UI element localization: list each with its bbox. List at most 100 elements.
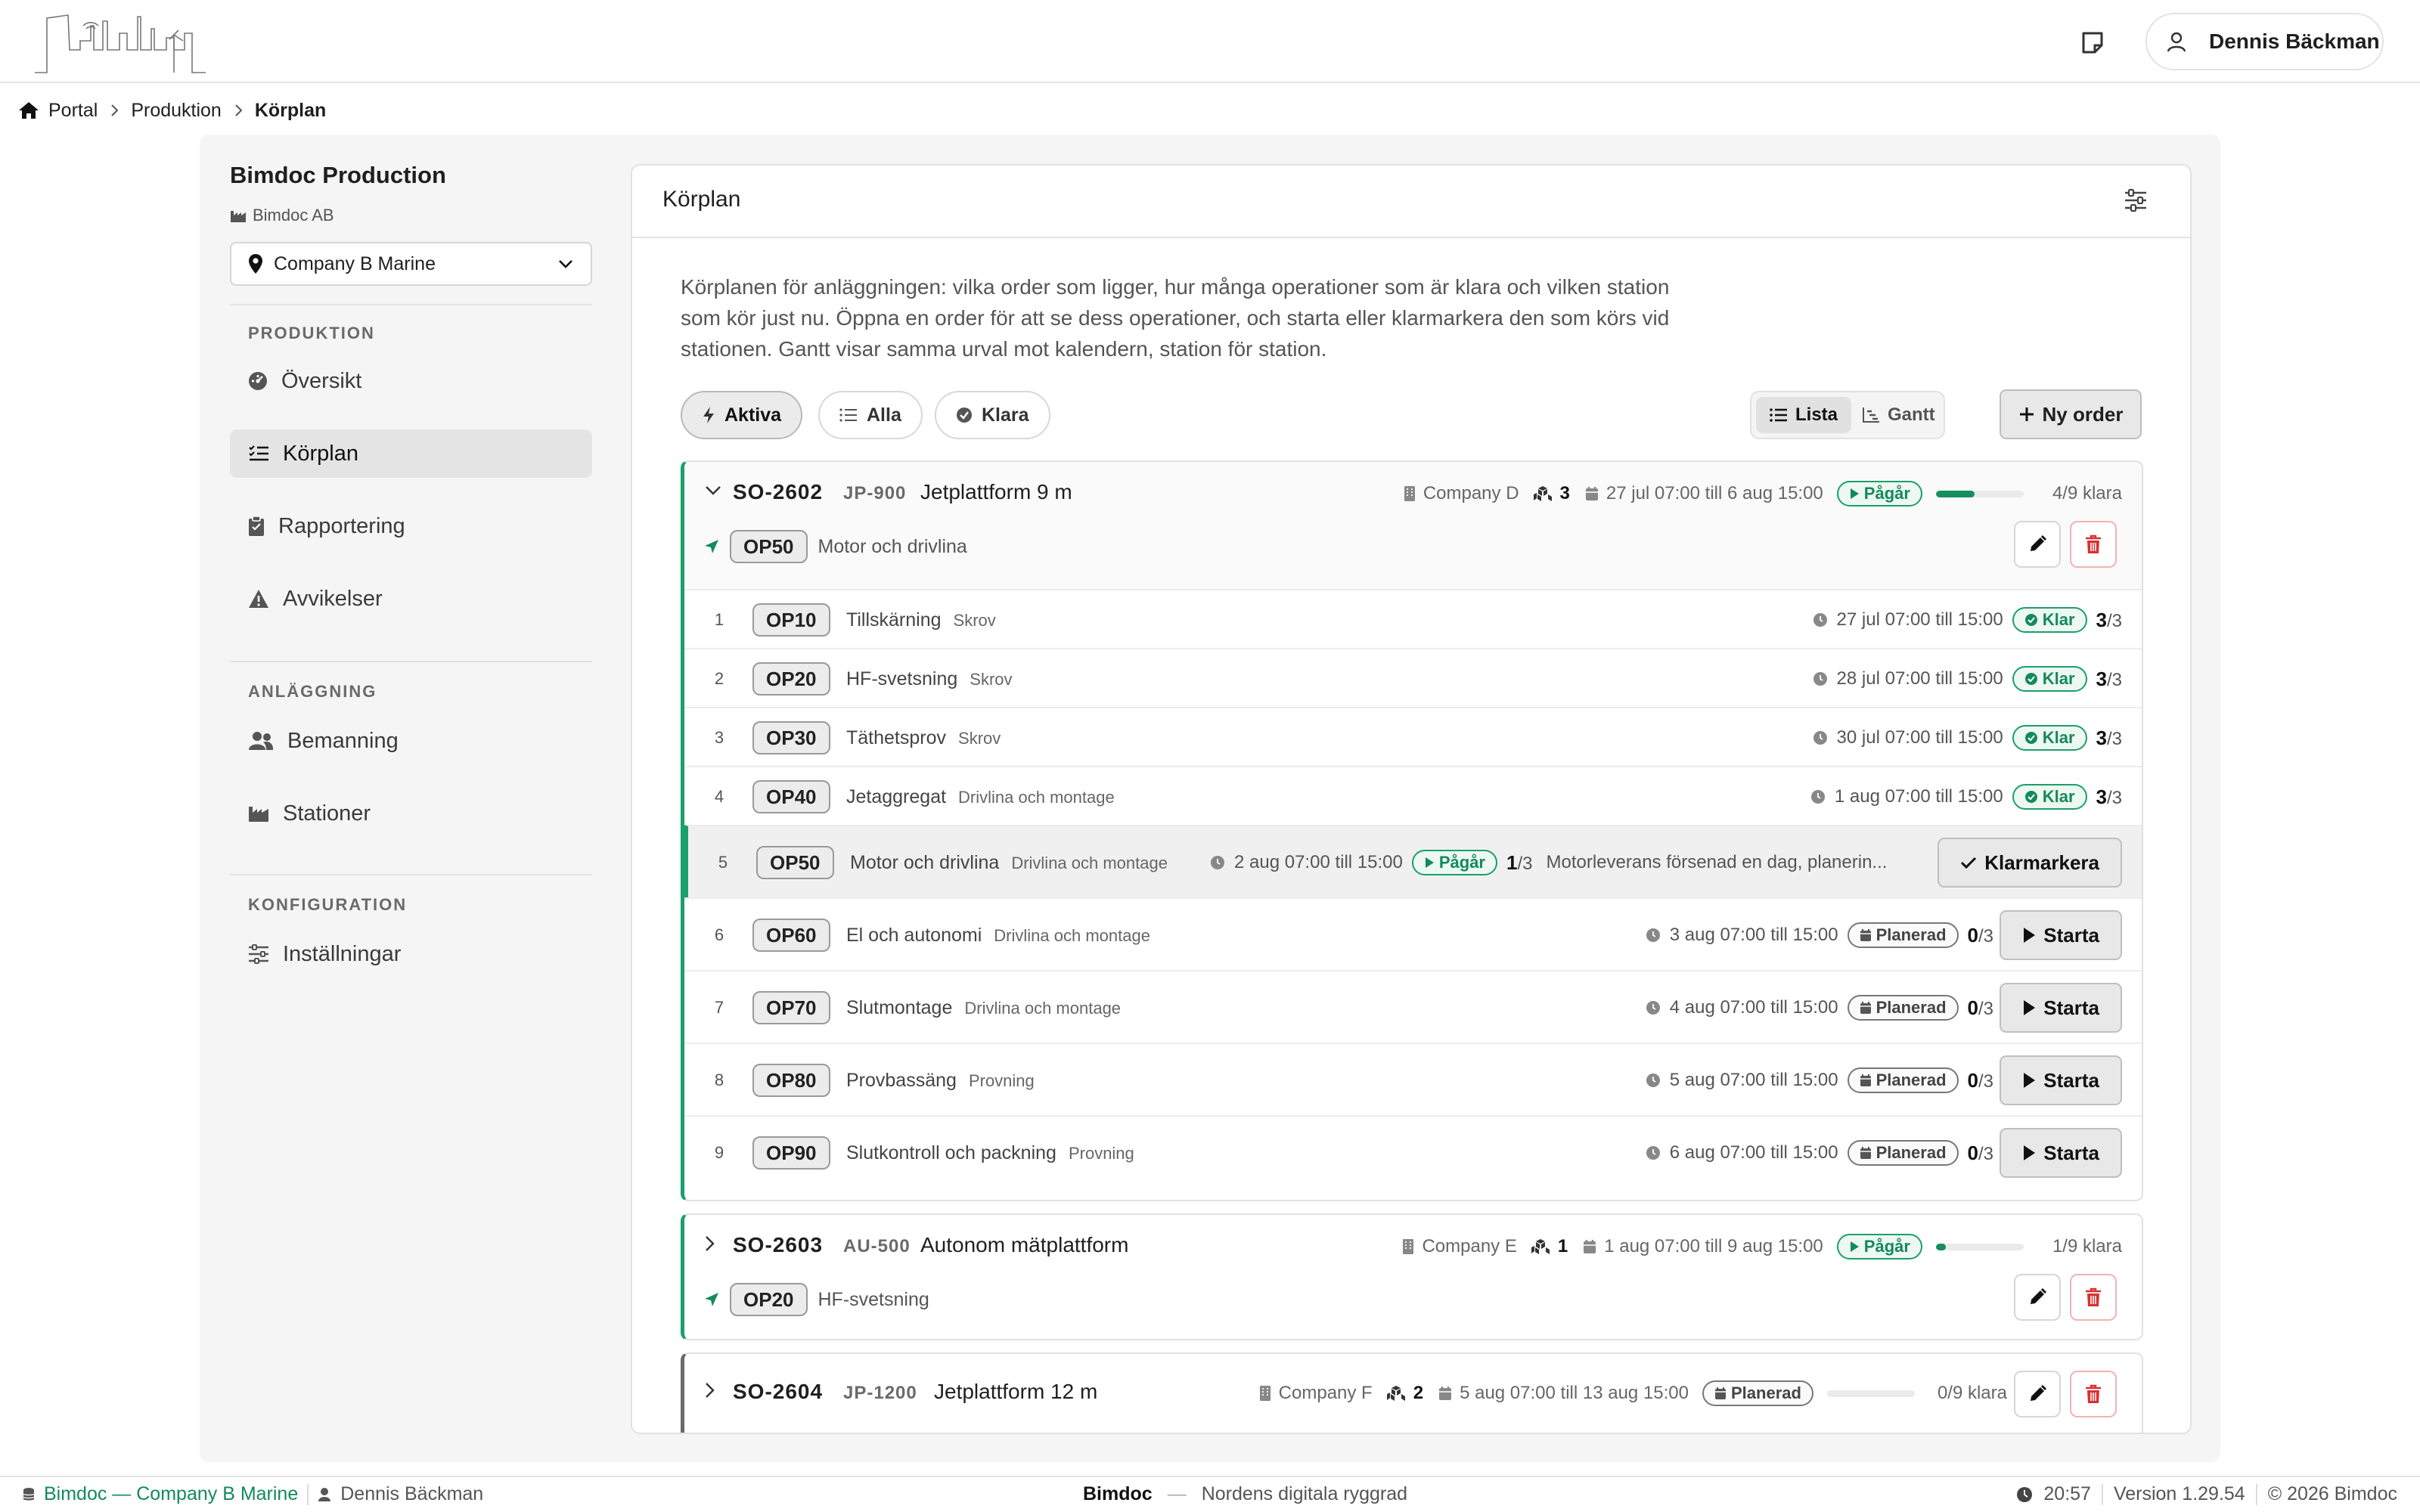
start-label: Starta [2043,1068,2099,1092]
bolt-icon [703,407,714,423]
status-badge: Pågår [1411,850,1497,875]
chevron-right-icon[interactable] [704,1235,716,1253]
start-button[interactable]: Starta [2000,1055,2122,1105]
op-station: Drivlina och montage [958,788,1115,807]
chevron-right-icon[interactable] [704,1381,716,1399]
mark-done-button[interactable]: Klarmarkera [1938,838,2122,888]
sidebar-item-label: Rapportering [278,513,405,538]
sidebar-item-oversikt[interactable]: Översikt [230,357,592,405]
status-badge: Pågår [1836,1234,1922,1259]
op-sequence: 5 [718,853,728,872]
op-sequence: 1 [714,610,724,629]
op-code: OP90 [752,1136,830,1170]
edit-button[interactable] [2014,1371,2061,1418]
delete-button[interactable] [2070,521,2117,568]
new-order-button[interactable]: Ny order [2000,389,2142,439]
sidebar-item-installningar[interactable]: Inställningar [230,930,592,978]
order-quantity: 1 [1557,1236,1568,1256]
footer-tagline: Nordens digitala ryggrad [1201,1483,1408,1504]
calendar-icon [1585,487,1598,500]
sidebar-item-label: Körplan [283,441,358,466]
check-circle-icon [2024,732,2037,744]
location-arrow-icon [705,1293,718,1306]
view-lista[interactable]: Lista [1756,397,1852,433]
footer-divider [2255,1483,2257,1505]
op-count: 0/3 [1968,924,1993,947]
sliders-icon[interactable] [2124,188,2148,212]
operation-row[interactable]: 3 OP30 Täthetsprov Skrov 30 jul 07:00 till 1… [684,707,2142,766]
operation-row[interactable]: 4 OP40 Jetaggregat Drivlina och montage 1 au… [684,766,2142,825]
sidebar-item-stationer[interactable]: Stationer [230,789,592,838]
city-skyline-logo[interactable] [33,11,207,74]
breadcrumb-portal[interactable]: Portal [48,100,98,122]
plus-icon [2019,407,2034,421]
operation-row[interactable]: 5 OP50 Motor och drivlina Drivlina och mont… [684,825,2142,897]
op-code: OP40 [752,780,830,813]
status-label: Planerad [1876,925,1947,944]
user-menu-button[interactable]: Dennis Bäckman [2145,13,2384,70]
order-header[interactable]: SO-2604 JP-1200 Jetplattform 12 m Compan… [684,1354,2142,1433]
breadcrumb-produktion[interactable]: Produktion [131,100,222,122]
play-icon [2024,1000,2036,1015]
op-station: Provning [968,1071,1035,1090]
op-count-done: 0 [1967,1068,1978,1092]
delete-button[interactable] [2070,1371,2117,1418]
delete-button[interactable] [2070,1274,2117,1321]
op-dates: 28 jul 07:00 till 15:00 [1836,668,2003,689]
view-label: Lista [1795,404,1838,425]
sidebar-divider [230,874,592,875]
sidebar-item-avvikelser[interactable]: Avvikelser [230,575,592,623]
footer-user: Dennis Bäckman [340,1483,484,1504]
card-title: Körplan [662,187,741,212]
op-name: Täthetsprov [846,727,947,748]
order-dates: 27 jul 07:00 till 6 aug 15:00 [1606,483,1823,503]
filter-aktiva[interactable]: Aktiva [681,391,803,439]
order-customer: Company D [1423,483,1519,503]
operation-row[interactable]: 8 OP80 Provbassäng Provning 5 aug 07:00 till… [684,1043,2142,1115]
check-circle-icon [2024,673,2037,685]
clock-icon [1646,928,1660,942]
filter-klara[interactable]: Klara [935,391,1050,439]
site-select[interactable]: Company B Marine [230,242,592,286]
check-circle-icon [2024,614,2037,626]
op-note: Motorleverans försenad en dag, planerin.… [1546,852,1888,872]
operation-row[interactable]: 7 OP70 Slutmontage Drivlina och montage 4 au… [684,970,2142,1043]
sidebar-item-korplan[interactable]: Körplan [230,429,592,478]
op-sequence: 8 [714,1070,724,1089]
edit-button[interactable] [2014,521,2061,568]
view-gantt[interactable]: Gantt [1848,397,1949,433]
operation-row[interactable]: 9 OP90 Slutkontroll och packning Provning 6 … [684,1115,2142,1188]
sidebar-item-bemanning[interactable]: Bemanning [230,717,592,765]
operation-row[interactable]: 2 OP20 HF-svetsning Skrov 28 jul 07:00 till … [684,648,2142,707]
status-label: Pågår [1438,853,1485,872]
chevron-down-icon[interactable] [704,485,722,497]
order-header[interactable]: SO-2603 AU-500 Autonom mätplattform Comp… [684,1215,2142,1339]
order-progress-text: 0/9 klara [1937,1383,2007,1403]
footer-site[interactable]: Bimdoc — Company B Marine [44,1483,298,1505]
op-count-total: /3 [2106,787,2122,808]
gauge-icon [249,372,267,390]
sidebar-item-rapportering[interactable]: Rapportering [230,502,592,550]
op-name: El och autonomi [846,925,982,946]
filter-alla[interactable]: Alla [818,391,923,439]
edit-button[interactable] [2014,1274,2061,1321]
order-header[interactable]: SO-2602 JP-900 Jetplattform 9 m Company … [684,462,2142,589]
operation-row[interactable]: 1 OP10 Tillskärning Skrov 27 jul 07:00 till … [684,589,2142,648]
op-station: Provning [1068,1144,1134,1163]
notes-button[interactable] [2078,29,2107,57]
op-count: 3/3 [2096,727,2122,750]
home-icon[interactable] [18,101,39,120]
status-badge: Planerad [1702,1380,1813,1406]
footer-brand: Bimdoc [1083,1483,1153,1504]
start-button[interactable]: Starta [2000,910,2122,960]
order-quantity: 3 [1559,483,1570,503]
order-progress-bar [1826,1390,1915,1397]
start-button[interactable]: Starta [2000,983,2122,1033]
clock-icon [1813,731,1827,745]
status-label: Klar [2042,787,2075,806]
start-button[interactable]: Starta [2000,1128,2122,1178]
operation-row[interactable]: 6 OP60 El och autonomi Drivlina och montage… [684,897,2142,970]
clock-icon [1813,613,1827,627]
op-name: Motor och drivlina [850,852,1000,873]
sidebar-item-label: Stationer [283,801,371,826]
